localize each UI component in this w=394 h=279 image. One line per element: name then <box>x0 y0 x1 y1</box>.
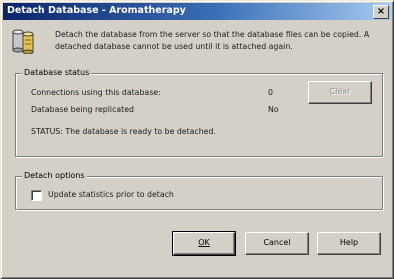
window-title: Detach Database - Aromatherapy <box>7 5 186 16</box>
database-status-label: Database status <box>22 68 92 77</box>
title-bar[interactable]: Detach Database - Aromatherapy × <box>3 3 391 20</box>
connections-value: 0 <box>268 88 273 97</box>
database-icon <box>12 29 34 54</box>
close-button[interactable]: × <box>373 5 389 19</box>
update-statistics-label[interactable]: Update statistics prior to detach <box>48 190 174 199</box>
help-button[interactable]: Help <box>317 232 381 255</box>
detach-database-dialog: Detach Database - Aromatherapy × Detach … <box>0 0 394 279</box>
update-statistics-checkbox[interactable] <box>31 190 42 201</box>
database-status-group: Database status Connections using this d… <box>15 68 383 157</box>
detach-options-group: Detach options Update statistics prior t… <box>15 171 383 210</box>
detach-options-label: Detach options <box>22 171 87 180</box>
close-icon: × <box>376 6 386 17</box>
ok-button[interactable]: OK <box>172 231 236 256</box>
status-text: STATUS: The database is ready to be deta… <box>31 127 216 136</box>
connections-label: Connections using this database: <box>31 88 161 97</box>
help-button-label: Help <box>339 238 359 247</box>
replicated-label: Database being replicated <box>31 105 134 114</box>
replicated-value: No <box>268 105 279 114</box>
cancel-button-label: Cancel <box>263 238 291 247</box>
intro-text: Detach the database from the server so t… <box>55 30 370 51</box>
clear-button[interactable]: Clear <box>308 81 372 104</box>
ok-button-label: OK <box>198 238 210 247</box>
cancel-button[interactable]: Cancel <box>245 232 309 255</box>
